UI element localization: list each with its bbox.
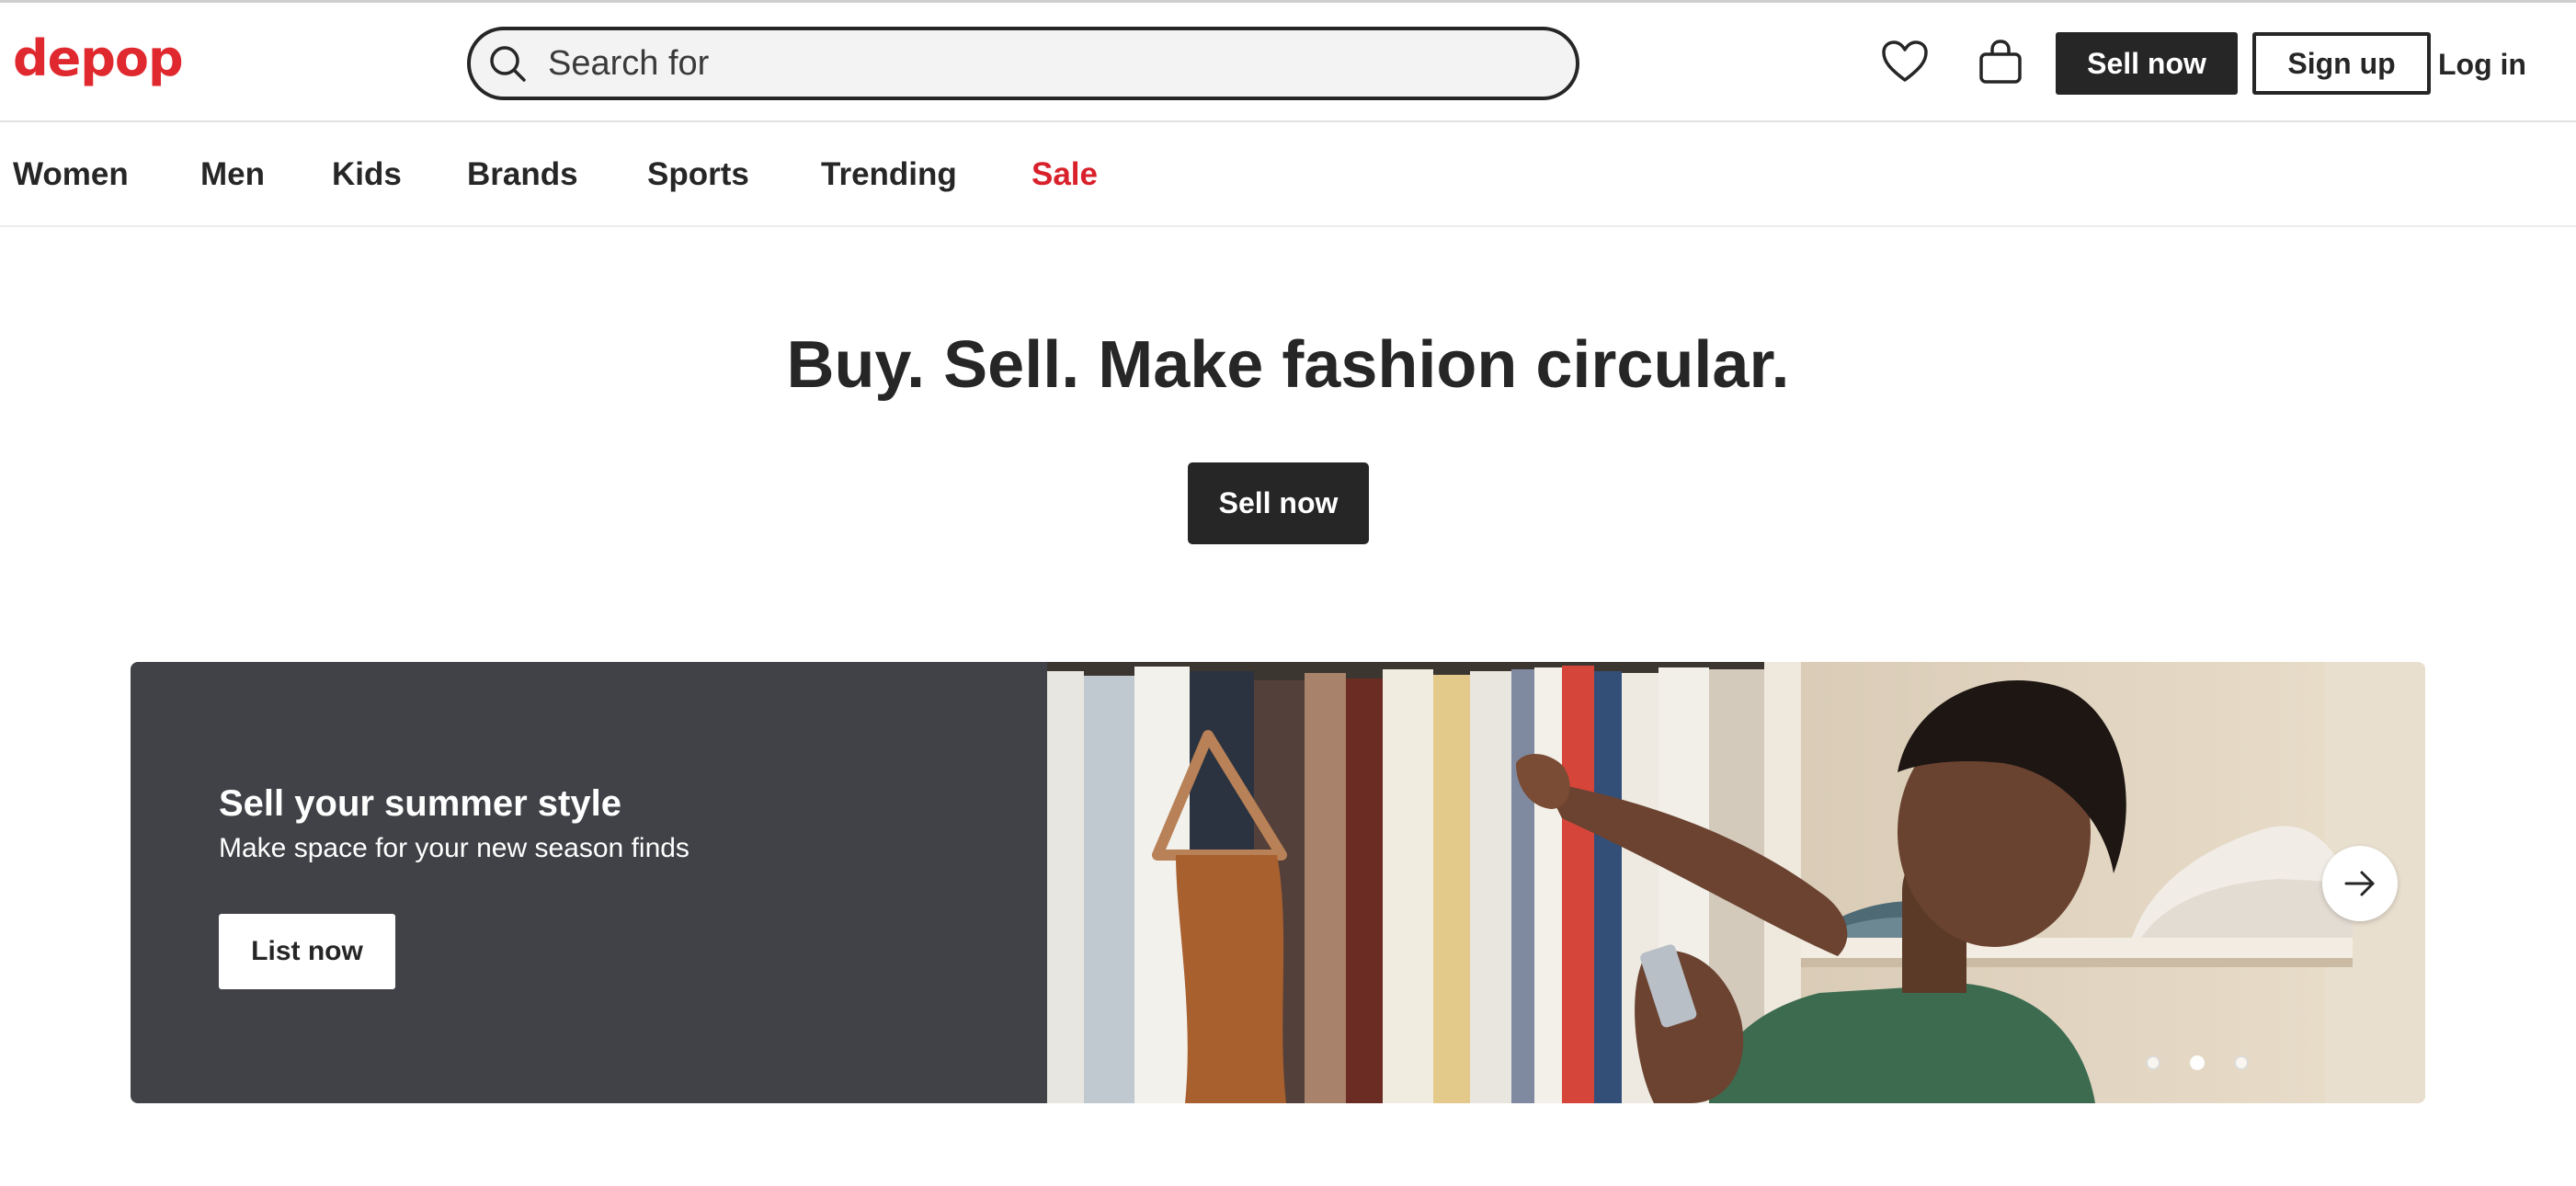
list-now-button[interactable]: List now [219, 914, 395, 989]
search-bar[interactable] [467, 27, 1579, 100]
promo-photo [1047, 662, 2425, 1103]
nav-item-sports[interactable]: Sports [647, 152, 749, 198]
sell-now-button[interactable]: Sell now [2056, 32, 2238, 95]
log-in-link[interactable]: Log in [2438, 34, 2526, 95]
bag-button[interactable] [1973, 34, 2028, 89]
site-header: depop Sell now Sign up Log in [0, 3, 2576, 122]
nav-item-brands[interactable]: Brands [467, 152, 578, 198]
search-input[interactable] [548, 38, 1541, 89]
hero-sell-now-button[interactable]: Sell now [1188, 462, 1369, 544]
nav-item-women[interactable]: Women [13, 152, 129, 198]
nav-item-kids[interactable]: Kids [332, 152, 402, 198]
carousel-dot-1[interactable] [2146, 1055, 2160, 1070]
carousel-dot-2[interactable] [2190, 1055, 2205, 1070]
shopping-bag-icon [1979, 40, 2022, 84]
carousel-next-button[interactable] [2322, 846, 2398, 921]
nav-item-men[interactable]: Men [200, 152, 265, 198]
category-nav: Women Men Kids Brands Sports Trending Sa… [0, 124, 2576, 227]
arrow-right-icon [2344, 871, 2375, 896]
nav-item-sale[interactable]: Sale [1032, 152, 1098, 198]
hero-title: Buy. Sell. Make fashion circular. [786, 328, 1790, 402]
promo-photo-illustration [1047, 662, 2425, 1103]
promo-subtitle: Make space for your new season finds [219, 833, 690, 863]
depop-logo[interactable]: depop [13, 27, 184, 91]
promo-text-panel: Sell your summer style Make space for yo… [131, 662, 1047, 1103]
favourites-button[interactable] [1877, 34, 1932, 89]
promo-title: Sell your summer style [219, 783, 621, 824]
promo-carousel: Sell your summer style Make space for yo… [131, 662, 2425, 1103]
nav-item-trending[interactable]: Trending [821, 152, 957, 198]
search-icon [490, 46, 526, 82]
sign-up-button[interactable]: Sign up [2252, 32, 2431, 95]
carousel-dots [2146, 1055, 2249, 1070]
heart-icon [1882, 40, 1928, 82]
carousel-dot-3[interactable] [2234, 1055, 2249, 1070]
